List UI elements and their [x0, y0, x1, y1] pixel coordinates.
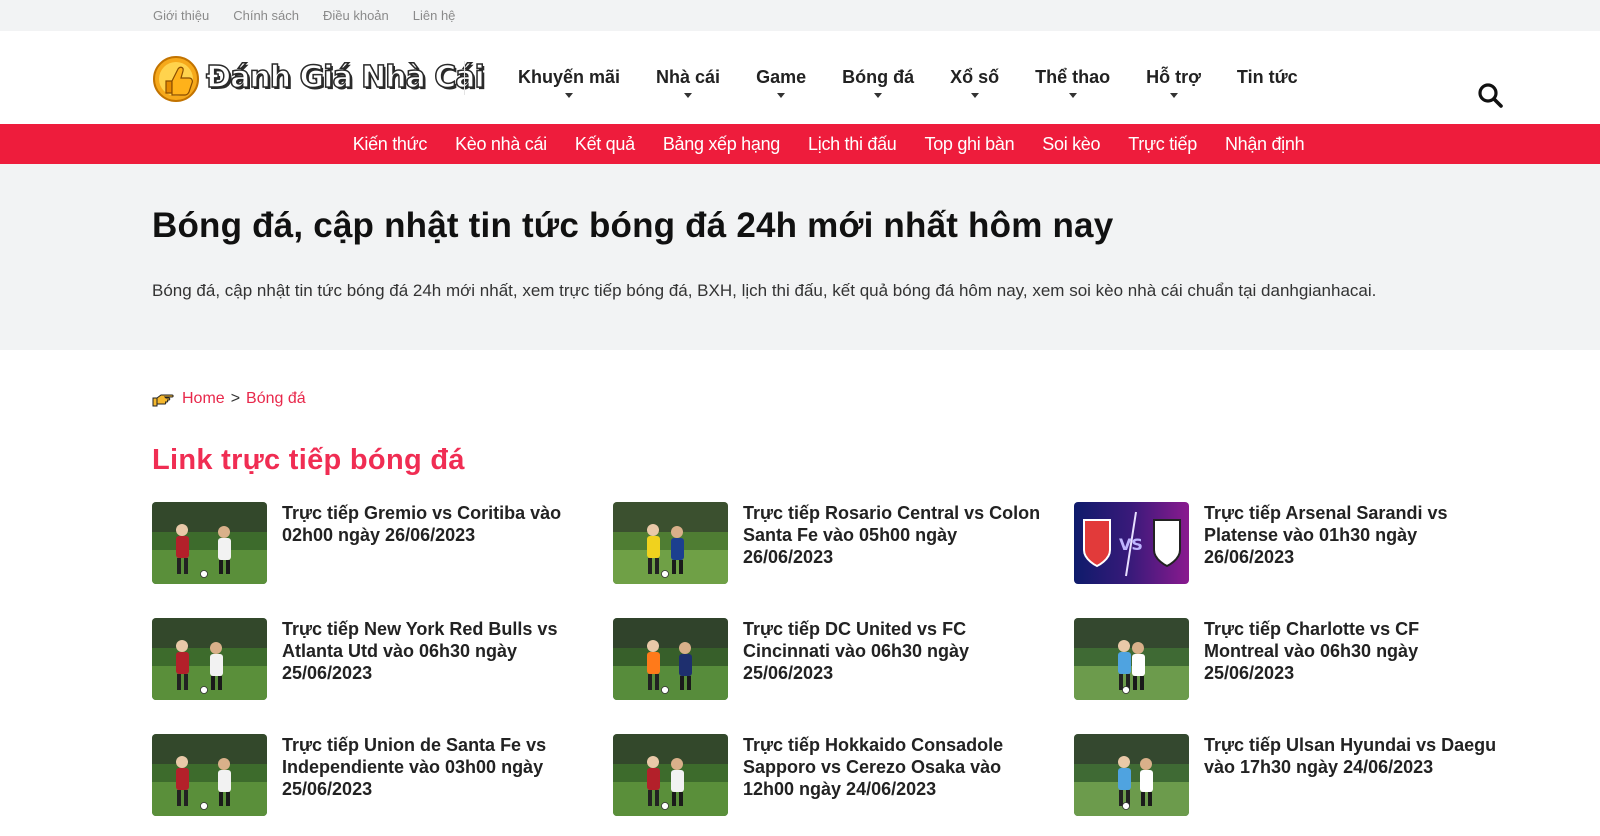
- article-title[interactable]: Trực tiếp Union de Santa Fe vs Independi…: [282, 734, 582, 816]
- chevron-down-icon: [970, 93, 979, 98]
- chevron-down-icon: [565, 93, 574, 98]
- chevron-down-icon: [874, 93, 883, 98]
- article-thumbnail[interactable]: [1074, 618, 1189, 700]
- site-logo[interactable]: Đánh Giá Nhà Cái: [152, 51, 486, 103]
- sub-navigation: Kiến thức Kèo nhà cái Kết quả Bảng xếp h…: [0, 124, 1600, 164]
- article-thumbnail[interactable]: [613, 618, 728, 700]
- article-thumbnail[interactable]: [1074, 734, 1189, 816]
- pointing-hand-icon: [152, 394, 174, 407]
- article-title[interactable]: Trực tiếp Ulsan Hyundai vs Daegu vào 17h…: [1204, 734, 1498, 816]
- article-thumbnail[interactable]: [152, 618, 267, 700]
- nav-item-game[interactable]: Game: [738, 31, 824, 124]
- article-title[interactable]: Trực tiếp Gremio vs Coritiba vào 02h00 n…: [282, 502, 582, 584]
- subnav-live[interactable]: Trực tiếp: [1128, 134, 1197, 155]
- top-utility-bar: Giới thiệu Chính sách Điều khoản Liên hệ: [0, 0, 1600, 31]
- subnav-predictions[interactable]: Soi kèo: [1042, 134, 1100, 155]
- article-thumbnail[interactable]: [152, 734, 267, 816]
- chevron-down-icon: [1169, 93, 1178, 98]
- nav-label: Game: [756, 67, 807, 87]
- breadcrumb: Home > Bóng đá: [152, 390, 306, 408]
- top-links: Giới thiệu Chính sách Điều khoản Liên hệ: [153, 0, 1499, 31]
- thumbs-up-logo-icon: [153, 56, 199, 102]
- match-photo: [613, 734, 728, 816]
- chevron-down-icon: [777, 93, 786, 98]
- sub-nav-links: Kiến thức Kèo nhà cái Kết quả Bảng xếp h…: [353, 134, 1305, 155]
- top-link-terms[interactable]: Điều khoản: [323, 8, 389, 23]
- article-thumbnail[interactable]: VS: [1074, 502, 1189, 584]
- article-card-4[interactable]: Trực tiếp New York Red Bulls vs Atlanta …: [152, 618, 613, 700]
- subnav-top-scorers[interactable]: Top ghi bàn: [925, 134, 1015, 155]
- article-card-3[interactable]: VS Trực tiếp Arsenal Sarandi vs Platense…: [1074, 502, 1498, 584]
- top-link-about[interactable]: Giới thiệu: [153, 8, 209, 23]
- page-title: Bóng đá, cập nhật tin tức bóng đá 24h mớ…: [152, 206, 1114, 245]
- article-thumbnail[interactable]: [613, 734, 728, 816]
- article-title[interactable]: Trực tiếp Hokkaido Consadole Sapporo vs …: [743, 734, 1043, 816]
- nav-label: Nhà cái: [656, 67, 721, 87]
- match-photo: [1074, 734, 1189, 816]
- nav-item-football[interactable]: Bóng đá: [824, 31, 932, 124]
- section-title: Link trực tiếp bóng đá: [152, 444, 465, 476]
- nav-label: Khuyến mãi: [518, 67, 621, 87]
- site-header: Đánh Giá Nhà Cái Khuyến mãi Nhà cái Game…: [0, 31, 1600, 124]
- subnav-results[interactable]: Kết quả: [575, 134, 635, 155]
- header-divider: [464, 61, 465, 95]
- match-photo: [152, 502, 267, 584]
- nav-item-promotions[interactable]: Khuyến mãi: [500, 31, 638, 124]
- article-thumbnail[interactable]: [152, 502, 267, 584]
- nav-item-support[interactable]: Hỗ trợ: [1128, 31, 1219, 124]
- article-thumbnail[interactable]: [613, 502, 728, 584]
- match-photo: [613, 618, 728, 700]
- article-card-1[interactable]: Trực tiếp Gremio vs Coritiba vào 02h00 n…: [152, 502, 613, 584]
- nav-label: Tin tức: [1236, 67, 1298, 87]
- top-link-contact[interactable]: Liên hệ: [413, 8, 456, 23]
- nav-item-news[interactable]: Tin tức: [1219, 31, 1316, 124]
- versus-graphic: VS: [1074, 502, 1189, 584]
- category-hero: Bóng đá, cập nhật tin tức bóng đá 24h mớ…: [0, 164, 1600, 350]
- article-card-8[interactable]: Trực tiếp Hokkaido Consadole Sapporo vs …: [613, 734, 1074, 816]
- article-title[interactable]: Trực tiếp Rosario Central vs Colon Santa…: [743, 502, 1043, 584]
- breadcrumb-home[interactable]: Home: [182, 390, 225, 408]
- match-photo: [613, 502, 728, 584]
- article-title[interactable]: Trực tiếp New York Red Bulls vs Atlanta …: [282, 618, 582, 700]
- nav-label: Thể thao: [1035, 67, 1111, 87]
- nav-label: Hỗ trợ: [1146, 67, 1201, 87]
- chevron-down-icon: [684, 93, 693, 98]
- breadcrumb-separator: >: [230, 390, 241, 407]
- nav-item-bookmakers[interactable]: Nhà cái: [638, 31, 738, 124]
- top-link-policy[interactable]: Chính sách: [233, 8, 299, 23]
- article-title[interactable]: Trực tiếp Arsenal Sarandi vs Platense và…: [1204, 502, 1498, 584]
- subnav-schedule[interactable]: Lịch thi đấu: [808, 134, 897, 155]
- nav-item-lottery[interactable]: Xổ số: [932, 31, 1017, 124]
- subnav-standings[interactable]: Bảng xếp hạng: [663, 134, 781, 155]
- logo-wordmark: Đánh Giá Nhà Cái: [205, 59, 485, 96]
- article-title[interactable]: Trực tiếp Charlotte vs CF Montreal vào 0…: [1204, 618, 1498, 700]
- subnav-analysis[interactable]: Nhận định: [1225, 134, 1305, 155]
- article-card-5[interactable]: Trực tiếp DC United vs FC Cincinnati vào…: [613, 618, 1074, 700]
- article-title[interactable]: Trực tiếp DC United vs FC Cincinnati vào…: [743, 618, 1043, 700]
- page-description: Bóng đá, cập nhật tin tức bóng đá 24h mớ…: [152, 281, 1377, 300]
- chevron-down-icon: [1068, 93, 1077, 98]
- main-navigation: Khuyến mãi Nhà cái Game Bóng đá Xổ số Th…: [500, 31, 1316, 124]
- subnav-knowledge[interactable]: Kiến thức: [353, 134, 428, 155]
- match-photo: [152, 734, 267, 816]
- nav-label: Xổ số: [950, 67, 1000, 87]
- match-photo: [1074, 618, 1189, 700]
- nav-label: Bóng đá: [842, 67, 915, 87]
- svg-text:VS: VS: [1119, 535, 1143, 554]
- match-photo: [152, 618, 267, 700]
- article-card-2[interactable]: Trực tiếp Rosario Central vs Colon Santa…: [613, 502, 1074, 584]
- article-card-6[interactable]: Trực tiếp Charlotte vs CF Montreal vào 0…: [1074, 618, 1498, 700]
- article-card-9[interactable]: Trực tiếp Ulsan Hyundai vs Daegu vào 17h…: [1074, 734, 1498, 816]
- breadcrumb-current[interactable]: Bóng đá: [246, 390, 306, 408]
- article-grid: Trực tiếp Gremio vs Coritiba vào 02h00 n…: [152, 502, 1498, 816]
- search-icon[interactable]: [1476, 81, 1504, 109]
- nav-item-sports[interactable]: Thể thao: [1017, 31, 1128, 124]
- subnav-odds[interactable]: Kèo nhà cái: [455, 134, 547, 155]
- article-card-7[interactable]: Trực tiếp Union de Santa Fe vs Independi…: [152, 734, 613, 816]
